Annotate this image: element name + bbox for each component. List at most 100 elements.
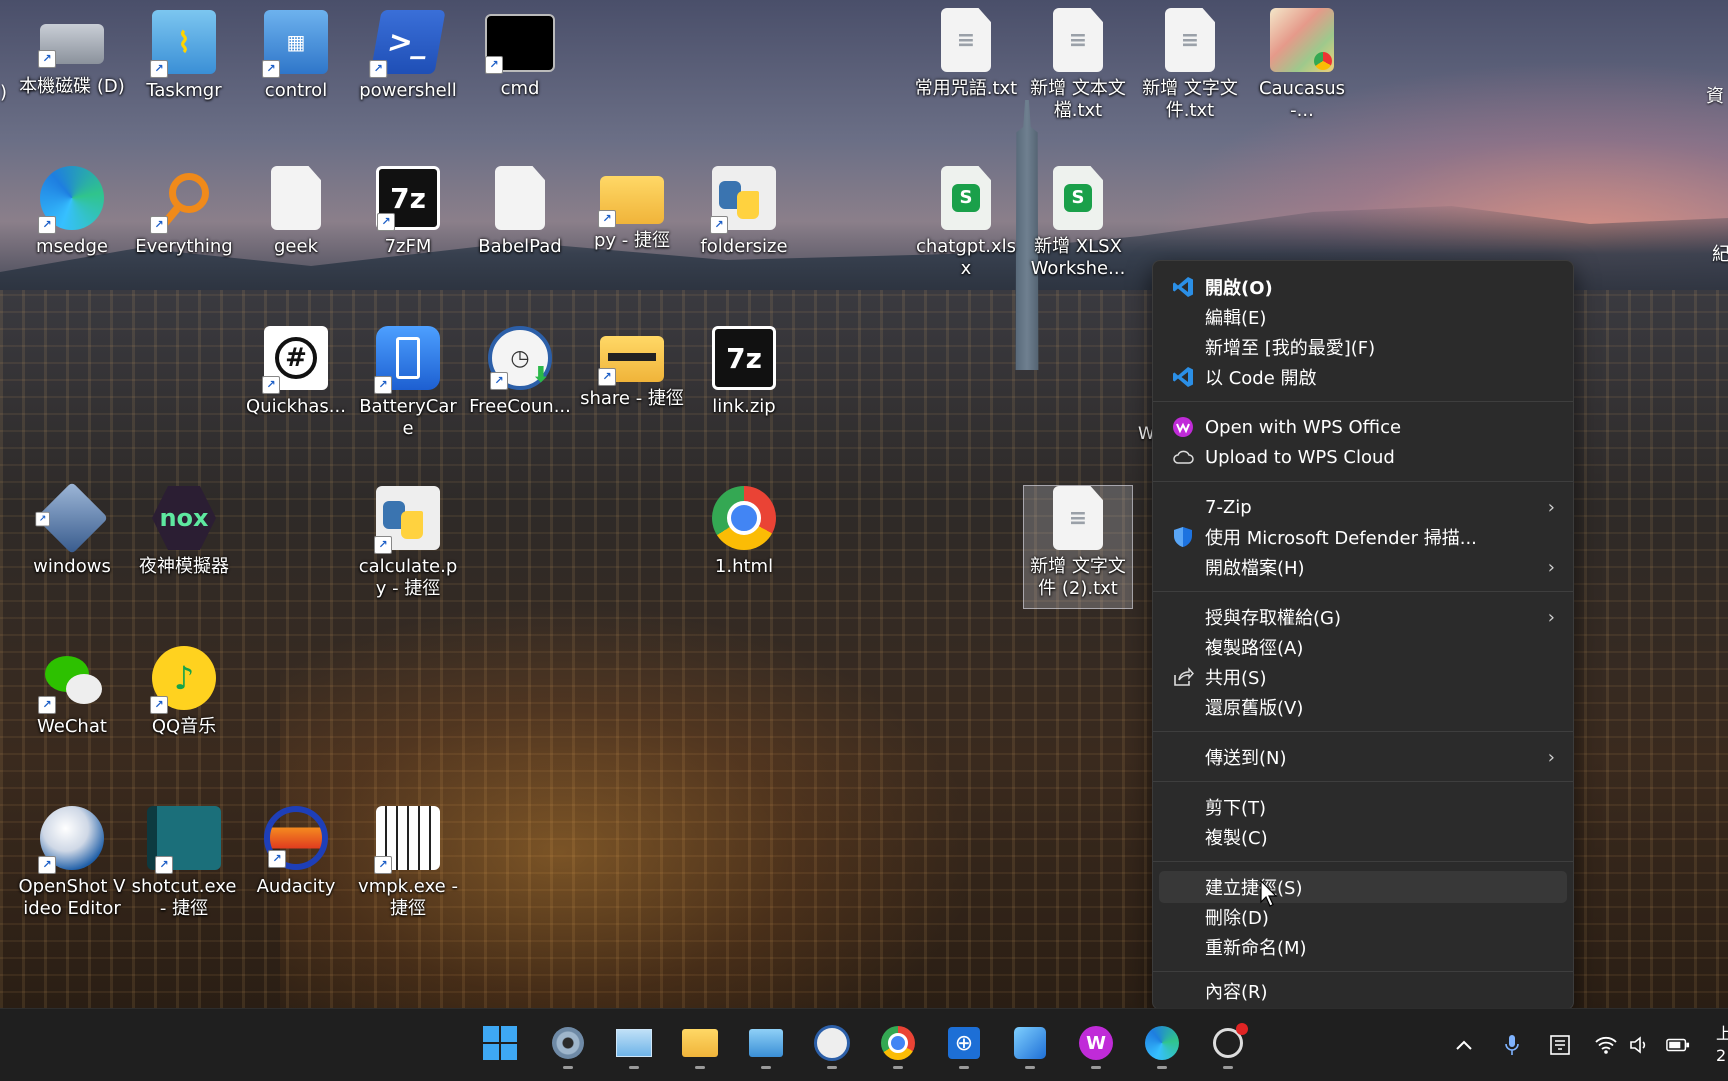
menu-item-share[interactable]: 共用(S) — [1159, 661, 1567, 693]
taskbar: ⊕ W 上 2 — [0, 1008, 1728, 1081]
desktop-icon-vmpk[interactable]: ↗ vmpk.exe - 捷徑 — [354, 806, 462, 920]
menu-item-defender-scan[interactable]: 使用 Microsoft Defender 掃描... — [1159, 521, 1567, 553]
menu-item-label: 剪下(T) — [1205, 798, 1267, 819]
menu-item-send-to[interactable]: 傳送到(N) › — [1159, 741, 1567, 773]
menu-item-copy[interactable]: 複製(C) — [1159, 821, 1567, 853]
menu-item-label: Open with WPS Office — [1205, 416, 1402, 438]
taskbar-app-openai[interactable] — [1204, 1019, 1252, 1069]
desktop-icon-link-zip[interactable]: 7z link.zip — [690, 326, 798, 418]
desktop-icon-foldersize[interactable]: ↗ foldersize — [690, 166, 798, 258]
menu-item-add-to-favorites[interactable]: 新增至 [我的最愛](F) — [1159, 331, 1567, 363]
menu-item-7zip[interactable]: 7-Zip › — [1159, 491, 1567, 523]
menu-item-open-file-with[interactable]: 開啟檔案(H) › — [1159, 551, 1567, 583]
desktop-icon-windows-vbox[interactable]: ↗ windows — [18, 481, 126, 578]
menu-separator — [1153, 481, 1573, 482]
menu-item-label: 建立捷徑(S) — [1205, 878, 1303, 899]
map-file-icon — [1270, 8, 1334, 72]
desktop-icon-spell-txt[interactable]: ≡ 常用咒語.txt — [912, 8, 1020, 100]
desktop-icon-audacity[interactable]: ↗ Audacity — [242, 806, 350, 898]
clock-fragment[interactable]: 上 2 — [1716, 1023, 1728, 1067]
clock-icon: ◷ ↗ ⬇ — [488, 326, 552, 390]
edge-fragment-right-2: 紀 — [1712, 244, 1728, 265]
desktop-icon-share-shortcut[interactable]: ↗ share - 捷徑 — [578, 326, 686, 410]
desktop-icon-new-text-file-2-selected[interactable]: ≡ 新增 文字文件 (2).txt — [1023, 485, 1133, 609]
menu-item-open-with-wps[interactable]: Open with WPS Office — [1159, 411, 1567, 443]
settings-icon — [552, 1027, 584, 1059]
menu-item-open-with-code[interactable]: 以 Code 開啟 — [1159, 361, 1567, 393]
taskbar-app-wps[interactable]: W — [1072, 1019, 1120, 1069]
menu-item-copy-path[interactable]: 複製路徑(A) — [1159, 631, 1567, 663]
desktop-icon-1-html[interactable]: 1.html — [690, 486, 798, 578]
menu-item-rename[interactable]: 重新命名(M) — [1159, 931, 1567, 963]
desktop-icon-powershell[interactable]: >_ ↗ powershell — [354, 10, 462, 102]
taskbar-app-settings[interactable] — [544, 1019, 592, 1069]
chevron-up-icon[interactable] — [1452, 1033, 1476, 1057]
desktop-icon-qq-music[interactable]: ♪ ↗ QQ音乐 — [130, 646, 238, 738]
taskbar-app-clock[interactable] — [808, 1019, 856, 1069]
menu-separator — [1153, 401, 1573, 402]
keyboard-layout-icon[interactable] — [1548, 1033, 1572, 1057]
menu-item-label: 重新命名(M) — [1205, 938, 1307, 959]
desktop-icon-caucasus[interactable]: Caucasus-... — [1248, 8, 1356, 122]
desktop-icon-drive-d[interactable]: ↗ 本機磁碟 (D) — [18, 10, 126, 98]
taskbar-app-task-manager[interactable] — [610, 1019, 658, 1069]
menu-item-give-access[interactable]: 授與存取權給(G) › — [1159, 601, 1567, 633]
desktop-icon-everything[interactable]: ↗ Everything — [130, 166, 238, 258]
desktop-icon-batterycare[interactable]: ↗ BatteryCare — [354, 326, 462, 440]
desktop-icon-freecounter[interactable]: ◷ ↗ ⬇ FreeCoun... — [466, 326, 574, 418]
desktop-icon-new-xlsx[interactable]: S 新增 XLSX Workshe... — [1024, 166, 1132, 280]
desktop-icon-py-shortcut[interactable]: ↗ py - 捷徑 — [578, 166, 686, 252]
chevron-right-icon: › — [1547, 606, 1555, 628]
menu-item-open[interactable]: 開啟(O) — [1159, 271, 1567, 303]
menu-item-label: 以 Code 開啟 — [1205, 368, 1317, 389]
street-glow — [280, 600, 980, 1008]
taskbar-app-photos[interactable] — [1006, 1019, 1054, 1069]
desktop-icon-openshot[interactable]: ↗ OpenShot Video Editor — [18, 806, 126, 920]
desktop-icon-cmd[interactable]: ↗ cmd — [466, 10, 574, 100]
desktop-icon-control[interactable]: ▦ ↗ control — [242, 10, 350, 102]
menu-separator — [1153, 971, 1573, 972]
desktop-icon-nox[interactable]: nox 夜神模擬器 — [130, 486, 238, 578]
menu-item-edit[interactable]: 編輯(E) — [1159, 301, 1567, 333]
menu-item-cut[interactable]: 剪下(T) — [1159, 791, 1567, 823]
desktop-icon-quickhash[interactable]: # ↗ Quickhas... — [242, 326, 350, 418]
menu-item-label: 內容(R) — [1205, 982, 1268, 1003]
menu-item-label: 7-Zip — [1205, 496, 1252, 518]
taskbar-app-control-panel[interactable] — [742, 1019, 790, 1069]
desktop-icon-babelpad[interactable]: BabelPad — [466, 166, 574, 258]
icon-label: cmd — [500, 78, 540, 99]
menu-item-delete[interactable]: 刪除(D) — [1159, 901, 1567, 933]
desktop-icon-wechat[interactable]: ↗ WeChat — [18, 646, 126, 738]
clock-fragment-top: 上 — [1716, 1024, 1728, 1043]
edge-icon — [1145, 1026, 1179, 1060]
battery-icon[interactable] — [1666, 1033, 1690, 1057]
menu-item-restore-previous[interactable]: 還原舊版(V) — [1159, 691, 1567, 723]
taskbar-app-edge[interactable] — [1138, 1019, 1186, 1069]
icon-label: calculate.py - 捷徑 — [358, 556, 458, 599]
start-button[interactable] — [476, 1019, 524, 1067]
desktop-icon-7zfm[interactable]: 7z ↗ 7zFM — [354, 166, 462, 258]
microphone-icon[interactable] — [1500, 1033, 1524, 1057]
desktop-icon-geek[interactable]: geek — [242, 166, 350, 258]
chevron-right-icon: › — [1547, 746, 1555, 768]
globe-network-icon: ⊕ — [948, 1027, 980, 1059]
icon-label: FreeCoun... — [469, 396, 571, 417]
running-indicator — [563, 1066, 573, 1069]
taskbar-app-network[interactable]: ⊕ — [940, 1019, 988, 1069]
menu-item-properties[interactable]: 內容(R) — [1159, 975, 1567, 1007]
volume-icon[interactable] — [1628, 1033, 1652, 1057]
menu-item-create-shortcut[interactable]: 建立捷徑(S) — [1159, 871, 1567, 903]
file-explorer-icon — [682, 1029, 718, 1057]
taskbar-app-chrome[interactable] — [874, 1019, 922, 1069]
desktop-icon-chatgpt-xlsx[interactable]: S chatgpt.xlsx — [912, 166, 1020, 280]
menu-item-upload-wps-cloud[interactable]: Upload to WPS Cloud — [1159, 441, 1567, 473]
desktop-icon-new-text-doc[interactable]: ≡ 新增 文本文檔.txt — [1024, 8, 1132, 122]
desktop-icon-shotcut[interactable]: ↗ shotcut.exe - 捷徑 — [130, 806, 238, 920]
desktop-icon-new-text-file[interactable]: ≡ 新增 文字文件.txt — [1136, 8, 1244, 122]
desktop-icon-taskmgr[interactable]: ⌇ ↗ Taskmgr — [130, 10, 238, 102]
wifi-icon[interactable] — [1594, 1033, 1618, 1057]
taskbar-app-file-explorer[interactable] — [676, 1019, 724, 1069]
icon-label: WeChat — [37, 716, 107, 737]
desktop-icon-calculate-py[interactable]: ↗ calculate.py - 捷徑 — [354, 486, 462, 600]
desktop-icon-msedge[interactable]: ↗ msedge — [18, 166, 126, 258]
